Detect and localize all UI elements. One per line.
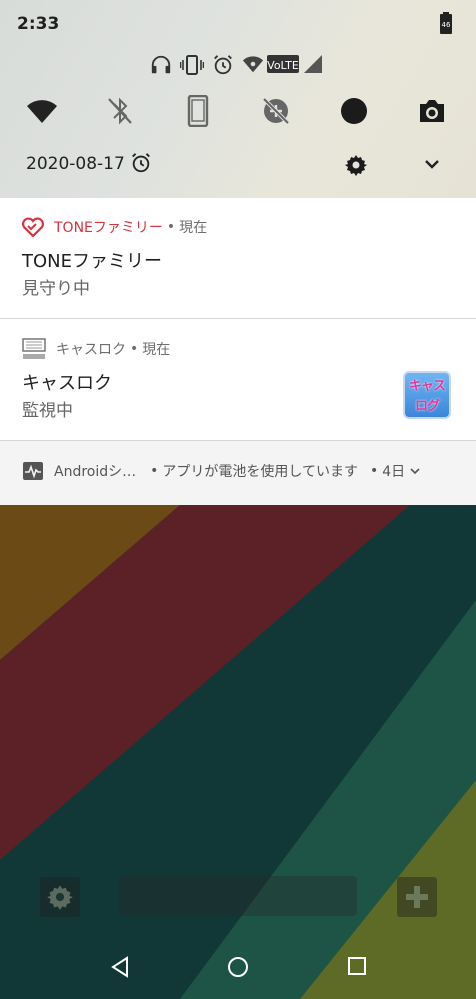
battery-level: 46 — [442, 21, 451, 29]
notification-app-name: Androidシ… — [54, 464, 137, 480]
back-icon[interactable] — [110, 956, 130, 978]
home-icon[interactable] — [227, 956, 249, 978]
separator: • — [150, 463, 159, 479]
wifi-tile[interactable] — [20, 92, 64, 130]
quick-settings-panel: 2:33 46 VoLTE 2020-08-17 — [0, 0, 476, 198]
alarm-status-icon — [214, 55, 232, 75]
vibrate-icon — [180, 55, 204, 75]
status-time: 2:33 — [17, 14, 60, 34]
heart-icon — [22, 217, 44, 237]
wifi-icon — [27, 100, 57, 123]
signal-icon — [304, 55, 322, 73]
chevron-down-icon[interactable] — [422, 156, 442, 172]
gear-icon — [47, 885, 73, 910]
caslog-app-icon — [22, 338, 46, 359]
volte-badge: VoLTE — [267, 55, 299, 73]
thumbnail-line-1: キャス — [408, 379, 446, 394]
battery-icon: 46 — [440, 12, 452, 34]
dark-mode-tile[interactable] — [332, 92, 376, 130]
notification-message: アプリが電池を使用しています — [162, 464, 358, 480]
bluetooth-tile[interactable] — [98, 92, 142, 130]
alarm-icon[interactable] — [130, 152, 152, 174]
notification-time: 4日 — [382, 464, 406, 480]
status-icons: VoLTE — [150, 54, 330, 80]
separator: • — [130, 341, 139, 357]
dark-mode-icon — [341, 98, 367, 124]
notification-header: キャスロク • 現在 — [22, 338, 170, 360]
thumbnail-line-2: ログ — [414, 399, 440, 414]
notification-time: 現在 — [142, 342, 171, 358]
caslog-thumbnail: キャス ログ — [403, 371, 451, 419]
recents-icon[interactable] — [347, 956, 367, 976]
notification-time: 現在 — [179, 220, 208, 236]
volte-label: VoLTE — [267, 59, 299, 72]
screenshot-camera-icon — [420, 100, 444, 122]
headphones-icon — [151, 55, 171, 74]
notification-android-row[interactable]: Androidシ… • アプリが電池を使用しています • 4日 — [22, 461, 421, 481]
battery-usage-icon — [23, 462, 43, 480]
notification-body: 監視中 — [22, 401, 73, 421]
notification-body: 見守り中 — [22, 279, 90, 299]
screenshot-tile[interactable] — [410, 92, 454, 130]
wifi-status-icon — [242, 56, 264, 73]
data-saver-tile[interactable] — [254, 92, 298, 130]
notification-tone-family[interactable]: TONEファミリー • 現在 TONEファミリー 見守り中 — [0, 198, 476, 319]
plus-icon — [406, 886, 428, 908]
notification-title: キャスロク — [22, 373, 112, 394]
auto-rotate-tile[interactable] — [176, 92, 220, 130]
notification-app-name: キャスロク — [56, 342, 126, 358]
settings-gear-icon[interactable] — [344, 153, 368, 177]
separator: • — [166, 219, 176, 235]
notification-app-name: TONEファミリー — [54, 220, 163, 236]
search-bar[interactable] — [119, 876, 357, 916]
notification-header: TONEファミリー • 現在 — [22, 217, 207, 237]
expand-chevron-icon[interactable] — [409, 466, 421, 476]
bluetooth-off-icon — [108, 97, 132, 125]
date-label[interactable]: 2020-08-17 — [26, 154, 125, 174]
notification-title: TONEファミリー — [22, 251, 163, 272]
phone-rotate-icon — [187, 95, 209, 127]
quick-settings-tiles — [0, 92, 476, 130]
data-saver-off-icon — [262, 97, 290, 125]
navigation-bar — [0, 940, 476, 994]
separator: • — [370, 463, 379, 479]
add-button[interactable] — [397, 877, 437, 917]
launcher-settings-button[interactable] — [40, 877, 80, 917]
